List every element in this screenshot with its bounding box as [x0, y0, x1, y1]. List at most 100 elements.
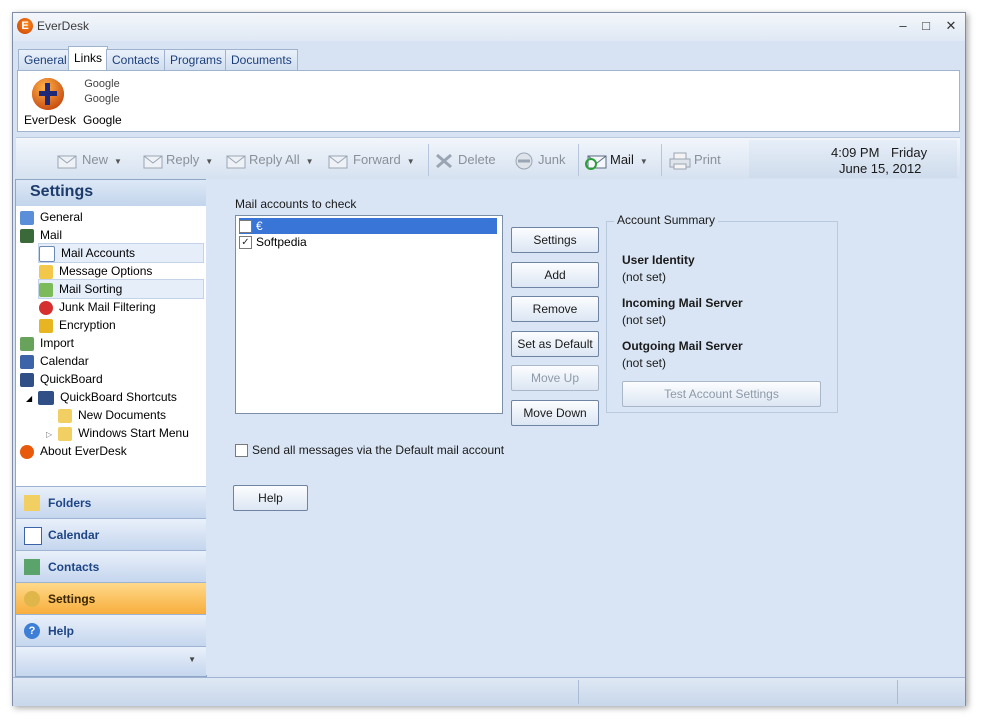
reply-all-button[interactable]: Reply All ▼ — [223, 150, 314, 170]
help-button[interactable]: Help — [233, 485, 308, 511]
forward-button[interactable]: Forward ▼ — [327, 150, 415, 170]
settings-sidebar: Settings General Mail Mail Accounts Mess… — [15, 179, 207, 677]
tree-item-new-documents[interactable]: New Documents — [58, 406, 166, 424]
reply-button[interactable]: Reply ▼ — [140, 150, 213, 170]
delete-button[interactable]: Delete — [432, 150, 496, 170]
tree-item-junk-mail-filtering[interactable]: Junk Mail Filtering — [39, 298, 156, 316]
sidebar-title: Settings — [16, 180, 206, 206]
mail-toolbar: New ▼ Reply ▼ Reply All ▼ Forward ▼ Delete J… — [16, 137, 960, 181]
tree-item-general[interactable]: General — [20, 208, 83, 226]
mail-accounts-icon — [39, 245, 55, 262]
calendar-icon — [20, 354, 34, 369]
clock-day: Friday — [891, 145, 928, 160]
title-bar: E EverDesk – □ ✕ — [13, 13, 965, 41]
tab-programs[interactable]: Programs — [164, 49, 229, 70]
outgoing-server-value: (not set) — [622, 356, 667, 370]
status-bar — [13, 677, 965, 706]
toolbar-separator — [428, 144, 429, 176]
mail-sync-icon — [585, 155, 607, 170]
toolbar-separator — [661, 144, 662, 176]
nav-folders[interactable]: Folders — [16, 486, 206, 518]
add-button[interactable]: Add — [511, 262, 599, 288]
tab-links[interactable]: Links — [68, 46, 109, 71]
move-up-button[interactable]: Move Up — [511, 365, 599, 391]
lock-icon — [39, 318, 53, 333]
window-title: EverDesk — [37, 19, 90, 33]
account-checkbox[interactable]: ✓ — [239, 236, 252, 250]
nav-contacts[interactable]: Contacts — [16, 550, 206, 582]
print-button[interactable]: Print — [668, 150, 721, 170]
incoming-server-heading: Incoming Mail Server — [622, 296, 743, 310]
quickboard-icon — [38, 390, 55, 405]
tree-item-mail-accounts[interactable]: Mail Accounts — [38, 243, 204, 263]
everdesk-logo-icon — [20, 444, 34, 459]
new-button[interactable]: New ▼ — [56, 150, 122, 170]
chevron-down-icon[interactable]: ▼ — [188, 655, 196, 664]
clock-panel: 4:09 PM Friday June 15, 2012 — [749, 140, 957, 178]
tab-general[interactable]: General — [18, 49, 73, 70]
tree-item-about-everdesk[interactable]: About EverDesk — [20, 442, 127, 460]
outgoing-server-heading: Outgoing Mail Server — [622, 339, 743, 353]
junk-filter-icon — [39, 300, 53, 315]
clock-date: June 15, 2012 — [839, 161, 922, 176]
clock-time: 4:09 PM — [831, 145, 880, 160]
collapse-arrow-icon[interactable]: ◢ — [26, 394, 32, 403]
tree-item-message-options[interactable]: Message Options — [39, 262, 152, 280]
nav-help[interactable]: ? Help — [16, 614, 206, 646]
everdesk-logo-icon — [32, 78, 64, 110]
test-account-settings-button[interactable]: Test Account Settings — [622, 381, 821, 407]
mail-button[interactable]: Mail ▼ — [584, 150, 648, 170]
mail-accounts-page: Mail accounts to check € ✓ Softpedia Sett… — [206, 179, 962, 675]
new-mail-icon — [57, 155, 77, 169]
expand-arrow-icon[interactable]: ▷ — [46, 430, 52, 439]
account-row[interactable]: € — [239, 218, 497, 234]
junk-button[interactable]: Junk — [512, 150, 565, 170]
everdesk-logo-icon: E — [17, 18, 33, 34]
minimize-button[interactable]: – — [893, 18, 913, 34]
nav-calendar[interactable]: Calendar — [16, 518, 206, 550]
close-button[interactable]: ✕ — [941, 18, 961, 34]
import-icon — [20, 336, 34, 351]
tree-item-import[interactable]: Import — [20, 334, 74, 352]
status-divider — [897, 680, 898, 704]
user-identity-heading: User Identity — [622, 253, 695, 267]
user-identity-value: (not set) — [622, 270, 667, 284]
help-icon: ? — [24, 623, 40, 639]
account-summary-title: Account Summary — [614, 213, 719, 227]
reply-all-icon — [226, 155, 246, 169]
tree-item-quickboard[interactable]: QuickBoard — [20, 370, 103, 388]
reply-icon — [143, 155, 163, 169]
google-logo-icon[interactable]: Google Google — [82, 77, 122, 107]
remove-button[interactable]: Remove — [511, 296, 599, 322]
send-default-option[interactable]: Send all messages via the Default mail a… — [235, 443, 504, 458]
accounts-list[interactable]: € ✓ Softpedia — [235, 215, 503, 414]
nav-overflow[interactable]: ▼ — [16, 646, 206, 676]
incoming-server-value: (not set) — [622, 313, 667, 327]
account-row[interactable]: ✓ Softpedia — [239, 234, 307, 250]
contacts-icon — [24, 559, 40, 575]
account-checkbox[interactable] — [239, 220, 252, 234]
tab-contacts[interactable]: Contacts — [106, 49, 166, 70]
send-default-checkbox[interactable] — [235, 444, 248, 458]
tree-item-mail[interactable]: Mail — [20, 226, 62, 244]
tree-item-calendar[interactable]: Calendar — [20, 352, 89, 370]
folder-icon — [58, 408, 72, 423]
settings-button[interactable]: Settings — [511, 227, 599, 253]
accounts-label: Mail accounts to check — [235, 197, 357, 211]
nav-settings[interactable]: Settings — [16, 582, 206, 614]
link-everdesk[interactable] — [28, 77, 68, 114]
tab-documents[interactable]: Documents — [225, 49, 298, 70]
maximize-button[interactable]: □ — [916, 18, 936, 34]
set-default-button[interactable]: Set as Default — [511, 331, 599, 357]
status-divider — [578, 680, 579, 704]
tree-item-quickboard-shortcuts[interactable]: ◢ QuickBoard Shortcuts — [26, 388, 177, 406]
message-options-icon — [39, 264, 53, 279]
mail-icon — [20, 228, 34, 243]
links-panel: EverDesk Google Google Google — [17, 70, 960, 132]
tree-item-mail-sorting[interactable]: Mail Sorting — [38, 279, 204, 299]
tree-item-windows-start-menu[interactable]: ▷ Windows Start Menu — [46, 424, 189, 442]
general-icon — [20, 210, 34, 225]
move-down-button[interactable]: Move Down — [511, 400, 599, 426]
junk-icon — [515, 152, 533, 170]
tree-item-encryption[interactable]: Encryption — [39, 316, 116, 334]
